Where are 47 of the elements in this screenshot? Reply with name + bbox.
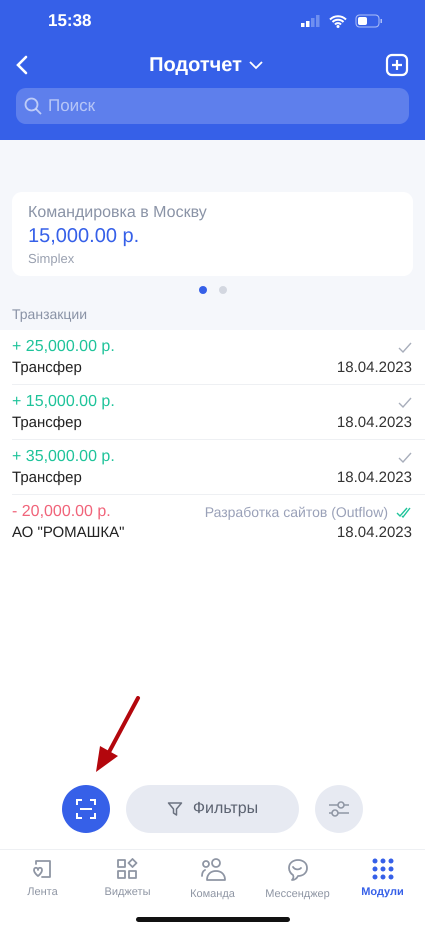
scan-icon bbox=[75, 798, 97, 820]
transaction-name: Трансфер bbox=[12, 359, 82, 376]
transaction-row[interactable]: - 20,000.00 р. Разработка сайтов (Outflow) АО "РОМАШКА" 18.04.2023 bbox=[12, 495, 425, 549]
search-icon bbox=[24, 97, 42, 115]
tab-item[interactable]: Лента bbox=[0, 858, 85, 929]
card-title: Командировка в Москву bbox=[28, 204, 208, 222]
funnel-icon bbox=[166, 801, 183, 817]
add-icon[interactable] bbox=[385, 53, 409, 77]
sliders-icon bbox=[328, 799, 350, 819]
transaction-amount: + 25,000.00 р. bbox=[12, 338, 115, 356]
transaction-row[interactable]: + 35,000.00 р. Трансфер 18.04.2023 bbox=[12, 440, 425, 495]
status-time: 15:38 bbox=[48, 11, 92, 31]
report-card[interactable]: Командировка в Москву 15,000.00 р. Simplex bbox=[12, 192, 413, 276]
transaction-category: Разработка сайтов (Outflow) bbox=[204, 504, 388, 520]
scan-button[interactable] bbox=[62, 785, 110, 833]
transaction-amount: + 15,000.00 р. bbox=[12, 393, 115, 411]
filters-button[interactable]: Фильтры bbox=[126, 785, 299, 833]
chevron-down-icon[interactable] bbox=[248, 60, 264, 70]
transaction-row[interactable]: + 25,000.00 р. Трансфер 18.04.2023 bbox=[12, 330, 425, 385]
grid-dots-icon bbox=[372, 858, 394, 880]
page-dot[interactable] bbox=[218, 286, 226, 294]
transaction-name: Трансфер bbox=[12, 469, 82, 486]
transaction-amount: + 35,000.00 р. bbox=[12, 448, 115, 466]
transaction-date: 18.04.2023 bbox=[336, 359, 412, 376]
transaction-name: Трансфер bbox=[12, 414, 82, 431]
transaction-date: 18.04.2023 bbox=[336, 414, 412, 431]
transaction-name: АО "РОМАШКА" bbox=[12, 524, 124, 541]
transaction-row[interactable]: + 15,000.00 р. Трансфер 18.04.2023 bbox=[12, 385, 425, 440]
people-icon bbox=[200, 858, 226, 882]
transaction-date: 18.04.2023 bbox=[336, 469, 412, 486]
transaction-amount: - 20,000.00 р. bbox=[12, 503, 111, 521]
wifi-icon bbox=[329, 14, 347, 28]
section-title: Транзакции bbox=[12, 306, 88, 322]
tab-item[interactable]: Модули bbox=[340, 858, 425, 929]
battery-icon bbox=[355, 14, 383, 28]
widgets-icon bbox=[116, 858, 140, 880]
back-icon[interactable] bbox=[16, 55, 28, 75]
transaction-date: 18.04.2023 bbox=[336, 524, 412, 541]
tab-item[interactable]: Виджеты bbox=[85, 858, 170, 929]
signal-icon bbox=[301, 15, 321, 27]
page-dot[interactable] bbox=[198, 286, 206, 294]
card-subtitle: Simplex bbox=[28, 251, 76, 266]
tab-item[interactable]: Команда bbox=[170, 858, 255, 929]
card-amount: 15,000.00 р. bbox=[28, 225, 140, 248]
tab-item[interactable]: Мессенджер bbox=[255, 858, 340, 929]
screen-title[interactable]: Подотчет bbox=[149, 54, 242, 76]
settings-button[interactable] bbox=[315, 785, 363, 833]
